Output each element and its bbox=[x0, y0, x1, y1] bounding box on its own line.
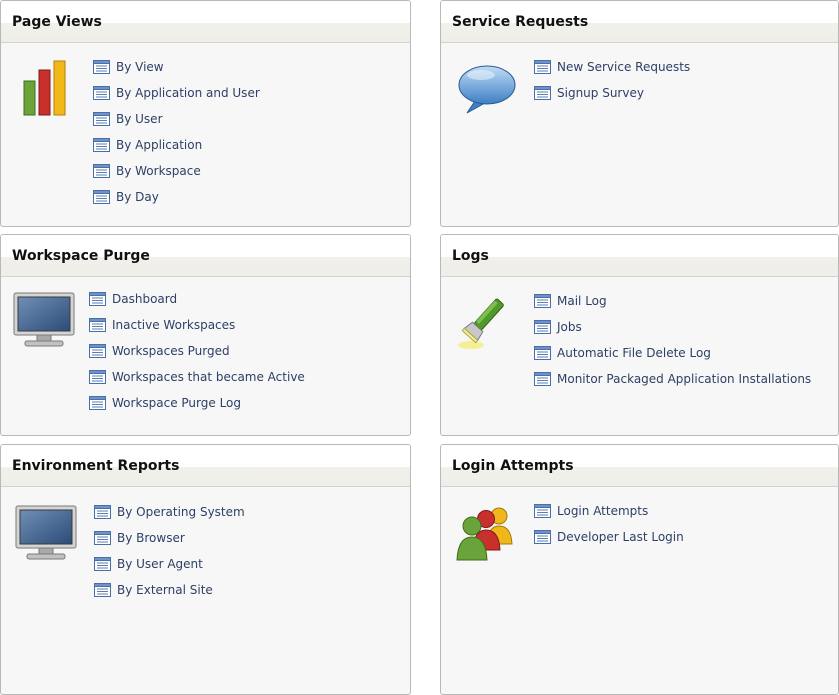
link-label: By User bbox=[116, 112, 163, 126]
link-workspaces-purged[interactable]: Workspaces Purged bbox=[89, 338, 305, 364]
report-icon bbox=[89, 396, 106, 410]
link-label: Login Attempts bbox=[557, 504, 649, 518]
link-inactive-workspaces[interactable]: Inactive Workspaces bbox=[89, 312, 305, 338]
panel-header: Environment Reports bbox=[1, 445, 410, 487]
panel-service-requests: Service Requests New Service Requests Si… bbox=[440, 0, 839, 227]
link-signup-survey[interactable]: Signup Survey bbox=[534, 80, 690, 106]
link-label: Signup Survey bbox=[557, 86, 644, 100]
link-new-service-requests[interactable]: New Service Requests bbox=[534, 54, 690, 80]
link-label: By External Site bbox=[117, 583, 213, 597]
panel-title: Service Requests bbox=[452, 14, 589, 30]
report-icon bbox=[89, 292, 106, 306]
link-workspace-purge-log[interactable]: Workspace Purge Log bbox=[89, 390, 305, 416]
report-icon bbox=[94, 583, 111, 597]
report-icon bbox=[94, 505, 111, 519]
link-mail-log[interactable]: Mail Log bbox=[534, 288, 811, 314]
link-label: Inactive Workspaces bbox=[112, 318, 236, 332]
panel-login-attempts: Login Attempts Login Attempts Developer … bbox=[440, 444, 839, 695]
bar-chart-icon bbox=[23, 60, 66, 116]
link-login-attempts[interactable]: Login Attempts bbox=[534, 498, 684, 524]
monitor-icon bbox=[13, 292, 75, 347]
report-icon bbox=[534, 372, 551, 386]
link-by-user-agent[interactable]: By User Agent bbox=[94, 551, 245, 577]
link-label: By Operating System bbox=[117, 505, 245, 519]
link-label: New Service Requests bbox=[557, 60, 691, 74]
users-icon bbox=[456, 507, 513, 561]
panel-header: Page Views bbox=[1, 1, 410, 43]
link-by-external-site[interactable]: By External Site bbox=[94, 577, 245, 603]
link-by-view[interactable]: By View bbox=[93, 54, 260, 80]
link-by-workspace[interactable]: By Workspace bbox=[93, 158, 260, 184]
link-label: By Workspace bbox=[116, 164, 201, 178]
report-icon bbox=[534, 60, 551, 74]
panel-workspace-purge: Workspace Purge Dashboard Inactive Works… bbox=[0, 234, 411, 436]
link-workspaces-became-active[interactable]: Workspaces that became Active bbox=[89, 364, 305, 390]
panel-title: Login Attempts bbox=[452, 458, 574, 474]
report-icon bbox=[89, 318, 106, 332]
link-label: Mail Log bbox=[557, 294, 607, 308]
report-icon bbox=[93, 86, 110, 100]
link-developer-last-login[interactable]: Developer Last Login bbox=[534, 524, 684, 550]
report-icon bbox=[93, 164, 110, 178]
report-icon bbox=[534, 346, 551, 360]
report-icon bbox=[93, 190, 110, 204]
report-icon bbox=[93, 138, 110, 152]
link-label: Jobs bbox=[557, 320, 582, 334]
report-icon bbox=[93, 60, 110, 74]
report-icon bbox=[89, 370, 106, 384]
link-monitor-packaged-application-installations[interactable]: Monitor Packaged Application Installatio… bbox=[534, 366, 811, 392]
panel-header: Service Requests bbox=[441, 1, 838, 43]
report-icon bbox=[534, 530, 551, 544]
link-label: By User Agent bbox=[117, 557, 203, 571]
speech-bubble-icon bbox=[458, 65, 516, 114]
link-dashboard[interactable]: Dashboard bbox=[89, 286, 305, 312]
monitor-icon bbox=[15, 505, 77, 560]
link-label: By Application bbox=[116, 138, 203, 152]
panel-title: Workspace Purge bbox=[12, 248, 150, 264]
link-by-user[interactable]: By User bbox=[93, 106, 260, 132]
link-label: Dashboard bbox=[112, 292, 178, 306]
link-label: By Browser bbox=[117, 531, 185, 545]
link-label: Monitor Packaged Application Installatio… bbox=[557, 372, 812, 386]
link-label: Workspaces Purged bbox=[112, 344, 230, 358]
link-by-application[interactable]: By Application bbox=[93, 132, 260, 158]
report-icon bbox=[93, 112, 110, 126]
panel-header: Login Attempts bbox=[441, 445, 838, 487]
link-label: Workspace Purge Log bbox=[112, 396, 242, 410]
link-label: Automatic File Delete Log bbox=[557, 346, 711, 360]
panel-environment-reports: Environment Reports By Operating System … bbox=[0, 444, 411, 695]
panel-title: Environment Reports bbox=[12, 458, 180, 474]
link-by-day[interactable]: By Day bbox=[93, 184, 260, 210]
panel-header: Logs bbox=[441, 235, 838, 277]
report-icon bbox=[94, 531, 111, 545]
flashlight-icon bbox=[458, 298, 504, 349]
report-icon bbox=[534, 504, 551, 518]
link-by-application-and-user[interactable]: By Application and User bbox=[93, 80, 260, 106]
panel-title: Page Views bbox=[12, 14, 102, 30]
link-label: Developer Last Login bbox=[557, 530, 684, 544]
report-icon bbox=[534, 86, 551, 100]
report-icon bbox=[534, 320, 551, 334]
panel-page-views: Page Views By View By Application and Us… bbox=[0, 0, 411, 227]
link-by-operating-system[interactable]: By Operating System bbox=[94, 499, 245, 525]
report-icon bbox=[534, 294, 551, 308]
link-by-browser[interactable]: By Browser bbox=[94, 525, 245, 551]
report-icon bbox=[89, 344, 106, 358]
link-label: By View bbox=[116, 60, 164, 74]
report-icon bbox=[94, 557, 111, 571]
link-label: By Application and User bbox=[116, 86, 260, 100]
link-label: Workspaces that became Active bbox=[112, 370, 305, 384]
panel-header: Workspace Purge bbox=[1, 235, 410, 277]
link-automatic-file-delete-log[interactable]: Automatic File Delete Log bbox=[534, 340, 811, 366]
panel-logs: Logs Mail Log Jobs Automatic File Delete… bbox=[440, 234, 839, 436]
link-jobs[interactable]: Jobs bbox=[534, 314, 811, 340]
link-label: By Day bbox=[116, 190, 159, 204]
panel-title: Logs bbox=[452, 248, 489, 264]
